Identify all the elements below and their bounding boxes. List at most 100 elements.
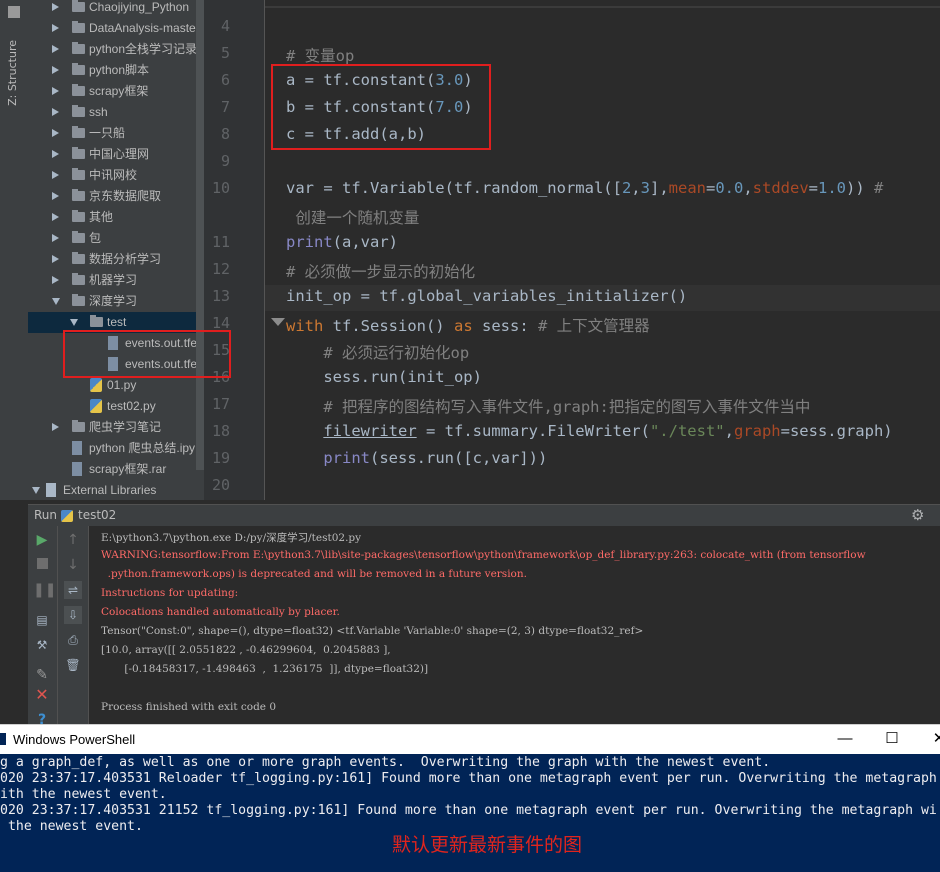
print-icon[interactable]: ⎙ <box>64 631 82 649</box>
code-line-14: with tf.Session() as sess: # 上下文管理器 <box>286 317 650 335</box>
code-line-17: # 把程序的图结构写入事件文件,graph:把指定的图写入事件文件当中 <box>286 398 811 416</box>
chevron-right-icon[interactable] <box>52 87 59 95</box>
folder-icon <box>72 0 85 12</box>
console-line: Tensor("Const:0", shape=(), dtype=float3… <box>101 625 644 637</box>
tree-item-label: 爬虫学习笔记 <box>89 420 162 434</box>
console-line: WARNING:tensorflow:From E:\python3.7\lib… <box>101 549 866 561</box>
code-line-16: sess.run(init_op) <box>286 368 482 386</box>
chevron-right-icon[interactable] <box>52 255 59 263</box>
scroll-to-end-icon[interactable]: ⇩ <box>64 606 82 624</box>
minimize-button[interactable]: — <box>822 725 868 755</box>
close-icon[interactable]: ✕ <box>33 686 51 704</box>
line-number: 18 <box>211 422 230 440</box>
code-line-12: # 必须做一步显示的初始化 <box>286 263 476 281</box>
tree-item-label: python全栈学习记录 <box>89 42 198 56</box>
code-editor[interactable]: # 变量op a = tf.constant(3.0) b = tf.const… <box>265 0 940 500</box>
line-number: 6 <box>220 71 230 89</box>
folder-icon <box>72 273 85 285</box>
folder-icon <box>72 252 85 264</box>
run-toolbar: Run test02 ⚙ <box>28 504 940 527</box>
chevron-right-icon[interactable] <box>52 234 59 242</box>
chevron-right-icon[interactable] <box>52 45 59 53</box>
tree-item[interactable]: 一只船 <box>28 123 204 144</box>
run-config-name[interactable]: test02 <box>78 508 116 522</box>
tree-item-label: 01.py <box>107 378 137 392</box>
trash-icon[interactable]: 🗑 <box>64 656 82 674</box>
tree-item[interactable]: 京东数据爬取 <box>28 186 204 207</box>
tree-item[interactable]: 爬虫学习笔记 <box>28 417 204 438</box>
tree-item[interactable]: scrapy框架 <box>28 81 204 102</box>
tree-item[interactable]: python全栈学习记录 <box>28 39 204 60</box>
file-icon <box>72 441 82 455</box>
line-number: 10 <box>211 179 230 197</box>
structure-tab[interactable]: Z: Structure <box>6 40 19 106</box>
tree-item[interactable]: External Libraries <box>28 480 204 500</box>
chevron-right-icon[interactable] <box>52 108 59 116</box>
event-files-highlight-box <box>63 330 231 378</box>
tree-item[interactable]: ssh <box>28 102 204 123</box>
tree-item-label: test02.py <box>107 399 156 413</box>
tree-item[interactable]: 其他 <box>28 207 204 228</box>
down-arrow-icon[interactable]: ↓ <box>64 556 82 574</box>
tree-item[interactable]: python脚本 <box>28 60 204 81</box>
chevron-down-icon[interactable] <box>32 487 40 494</box>
tree-item[interactable]: Chaojiying_Python <box>28 0 204 18</box>
console-line: Colocations handled automatically by pla… <box>101 606 340 618</box>
chevron-right-icon[interactable] <box>52 24 59 32</box>
chevron-down-icon[interactable] <box>70 319 78 326</box>
powershell-console[interactable]: g a graph_def, as well as one or more gr… <box>0 754 940 872</box>
chevron-right-icon[interactable] <box>52 150 59 158</box>
tree-item[interactable]: DataAnalysis-maste <box>28 18 204 39</box>
chevron-right-icon[interactable] <box>52 3 59 11</box>
window-close-button[interactable]: ✕ <box>916 725 940 755</box>
restore-layout-icon[interactable]: ▤ <box>33 611 51 629</box>
tree-item[interactable]: 深度学习 <box>28 291 204 312</box>
chevron-right-icon[interactable] <box>52 276 59 284</box>
tree-item[interactable]: 机器学习 <box>28 270 204 291</box>
tree-item-label: scrapy框架.rar <box>89 462 167 476</box>
tree-item[interactable]: test02.py <box>28 396 204 417</box>
run-icon[interactable]: ▶ <box>33 531 51 549</box>
tree-item[interactable]: python 爬虫总结.ipy <box>28 438 204 459</box>
code-line-19: print(sess.run([c,var])) <box>286 449 548 467</box>
chevron-right-icon[interactable] <box>52 66 59 74</box>
settings-icon[interactable]: ⚒ <box>33 636 51 654</box>
editor-gutter: 4 5 6 7 8 9 10 11 12 13 14 15 16 17 18 19 20 <box>204 0 265 500</box>
editor-top-separator <box>265 6 940 8</box>
stop-icon[interactable] <box>33 556 51 574</box>
folder-icon <box>72 105 85 117</box>
tree-item-label: Chaojiying_Python <box>89 0 190 14</box>
run-console-actions: ↑ ↓ ⇌ ⇩ ⎙ 🗑 <box>58 526 89 724</box>
chevron-right-icon[interactable] <box>52 171 59 179</box>
tree-item[interactable]: 数据分析学习 <box>28 249 204 270</box>
chevron-right-icon[interactable] <box>52 213 59 221</box>
pause-icon[interactable]: ❚❚ <box>33 581 56 599</box>
line-number: 8 <box>220 125 230 143</box>
tree-item[interactable]: scrapy框架.rar <box>28 459 204 480</box>
up-arrow-icon[interactable]: ↑ <box>64 531 82 549</box>
fold-marker-icon[interactable] <box>271 318 285 326</box>
maximize-button[interactable]: ☐ <box>869 725 915 755</box>
tree-scrollbar[interactable] <box>196 0 204 470</box>
chevron-right-icon[interactable] <box>52 192 59 200</box>
tree-item-label: 包 <box>89 231 102 245</box>
tree-item[interactable]: 包 <box>28 228 204 249</box>
run-label: Run <box>34 508 58 522</box>
run-console[interactable]: E:\python3.7\python.exe D:/py/深度学习/test0… <box>89 526 940 724</box>
tree-item[interactable]: 01.py <box>28 375 204 396</box>
pin-icon[interactable]: ✎ <box>33 666 51 684</box>
folder-icon <box>90 315 103 327</box>
tree-item[interactable]: 中国心理网 <box>28 144 204 165</box>
project-tab-icon[interactable] <box>8 6 20 18</box>
code-line-5: # 变量op <box>286 47 355 65</box>
chevron-down-icon[interactable] <box>52 298 60 305</box>
console-line: [10.0, array([[ 2.0551822 , -0.46299604,… <box>101 644 391 656</box>
gear-icon[interactable]: ⚙ <box>911 506 924 524</box>
line-number: 19 <box>211 449 230 467</box>
chevron-right-icon[interactable] <box>52 129 59 137</box>
chevron-right-icon[interactable] <box>52 423 59 431</box>
soft-wrap-icon[interactable]: ⇌ <box>64 581 82 599</box>
tree-item[interactable]: 中讯网校 <box>28 165 204 186</box>
folder-icon <box>72 147 85 159</box>
tree-item-label: python脚本 <box>89 63 150 77</box>
